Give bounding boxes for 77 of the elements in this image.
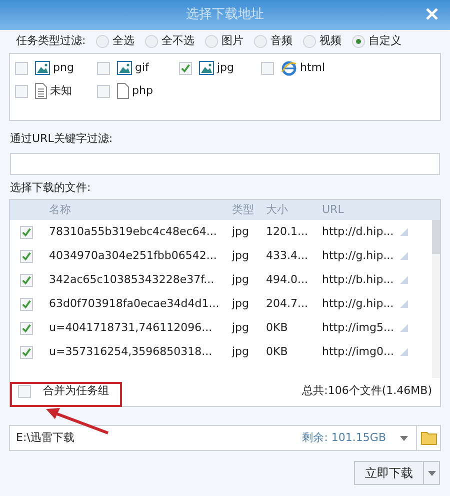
radio-option[interactable]: 全不选 <box>144 32 195 50</box>
dropdown-button[interactable] <box>424 461 440 485</box>
radio-option[interactable]: 自定义 <box>352 32 402 50</box>
path-field[interactable]: E:\迅雷下载 剩余: 101.15GB <box>9 425 441 451</box>
table-cell-text: 120.1... <box>266 224 309 240</box>
table-cell-text: 0KB <box>266 344 289 360</box>
filter-label: 任务类型过滤: <box>16 32 86 49</box>
window-title: 选择下载地址 <box>186 6 264 24</box>
image-file-icon <box>117 61 132 75</box>
dropdown-icon[interactable] <box>400 436 408 440</box>
text-file-icon <box>35 83 47 99</box>
close-icon[interactable] <box>426 8 438 20</box>
files-label: 选择下载的文件: <box>9 181 92 195</box>
table-cell-text: http://img0... <box>322 344 394 360</box>
table-cell-text: u=4041718731,746112096... <box>49 320 214 336</box>
table-cell-text: jpg <box>232 296 250 312</box>
radio-option[interactable]: 全选 <box>96 32 135 50</box>
url-filter-field[interactable] <box>10 153 440 175</box>
resize-grip-icon <box>400 276 408 284</box>
checkbox[interactable] <box>20 250 33 262</box>
merge-label: 合并为任务组 <box>43 382 109 399</box>
extension-label: 未知 <box>50 82 72 99</box>
resize-grip-icon <box>400 252 408 260</box>
checkbox[interactable] <box>20 298 33 310</box>
checkbox[interactable] <box>20 322 33 334</box>
extension-label: html <box>300 60 326 76</box>
resize-grip-icon <box>400 324 408 332</box>
table-cell-text: http://img5... <box>322 320 394 336</box>
table-cell-text: 0KB <box>266 320 289 336</box>
radio-option[interactable]: 图片 <box>204 32 244 50</box>
resize-grip-icon <box>400 228 408 236</box>
table-cell-text: jpg <box>232 224 250 240</box>
extension-label: png <box>53 60 74 76</box>
table-cell-text: u=357316254,3596850318... <box>49 344 214 360</box>
table-cell-text: jpg <box>232 320 250 336</box>
checkbox[interactable] <box>15 62 28 74</box>
url-filter-label: 通过URL关键字过滤: <box>9 132 114 146</box>
table-cell-text: 78310a55b319ebc4c48ec64... <box>49 224 218 240</box>
free-space: 剩余: 101.15GB <box>302 430 386 446</box>
radio-option[interactable]: 音频 <box>254 32 293 50</box>
extension-label: gif <box>135 60 149 76</box>
table-cell-text: http://g.hip... <box>322 248 394 264</box>
radio-option[interactable]: 视频 <box>302 32 342 50</box>
checkbox[interactable] <box>97 84 110 98</box>
download-button[interactable]: 立即下载 <box>354 461 424 485</box>
total-text: 总共:106个文件(1.46MB) <box>302 382 432 399</box>
checkbox[interactable] <box>18 384 31 398</box>
checkbox[interactable] <box>20 226 33 238</box>
checkbox[interactable] <box>261 62 274 74</box>
table-cell-text: 4034970a304e251fbb06542... <box>49 248 218 264</box>
folder-button[interactable] <box>416 426 440 450</box>
checkbox[interactable] <box>15 84 28 98</box>
folder-icon <box>420 431 436 445</box>
table-cell-text: 433.4... <box>266 248 309 264</box>
extension-label: jpg <box>217 60 234 76</box>
checkbox[interactable] <box>20 346 33 358</box>
table-cell-text: http://g.hip... <box>322 296 394 312</box>
blank-file-icon <box>117 83 129 99</box>
checkbox[interactable] <box>179 62 192 74</box>
extension-label: php <box>132 82 153 99</box>
resize-grip-icon <box>400 348 408 356</box>
resize-grip-icon <box>400 300 408 308</box>
table-cell-text: http://d.hip... <box>322 224 394 240</box>
table-cell-text: jpg <box>232 248 250 264</box>
caret-icon <box>428 470 436 476</box>
checkbox[interactable] <box>20 274 33 286</box>
table-cell-text: 342ac65c10385343228e37f... <box>49 272 216 288</box>
table-cell-text: http://b.hip... <box>322 272 394 288</box>
table-cell-text: jpg <box>232 272 250 288</box>
table-cell-text: jpg <box>232 344 250 360</box>
web-page-icon <box>281 60 297 76</box>
table-cell-text: 63d0f703918fa0ecae34d4d1... <box>49 296 220 312</box>
checkbox[interactable] <box>97 62 110 74</box>
image-file-icon <box>35 61 50 75</box>
image-file-icon <box>199 61 214 75</box>
table-cell-text: 494.0... <box>266 272 309 288</box>
table-cell-text: 204.7... <box>266 296 309 312</box>
